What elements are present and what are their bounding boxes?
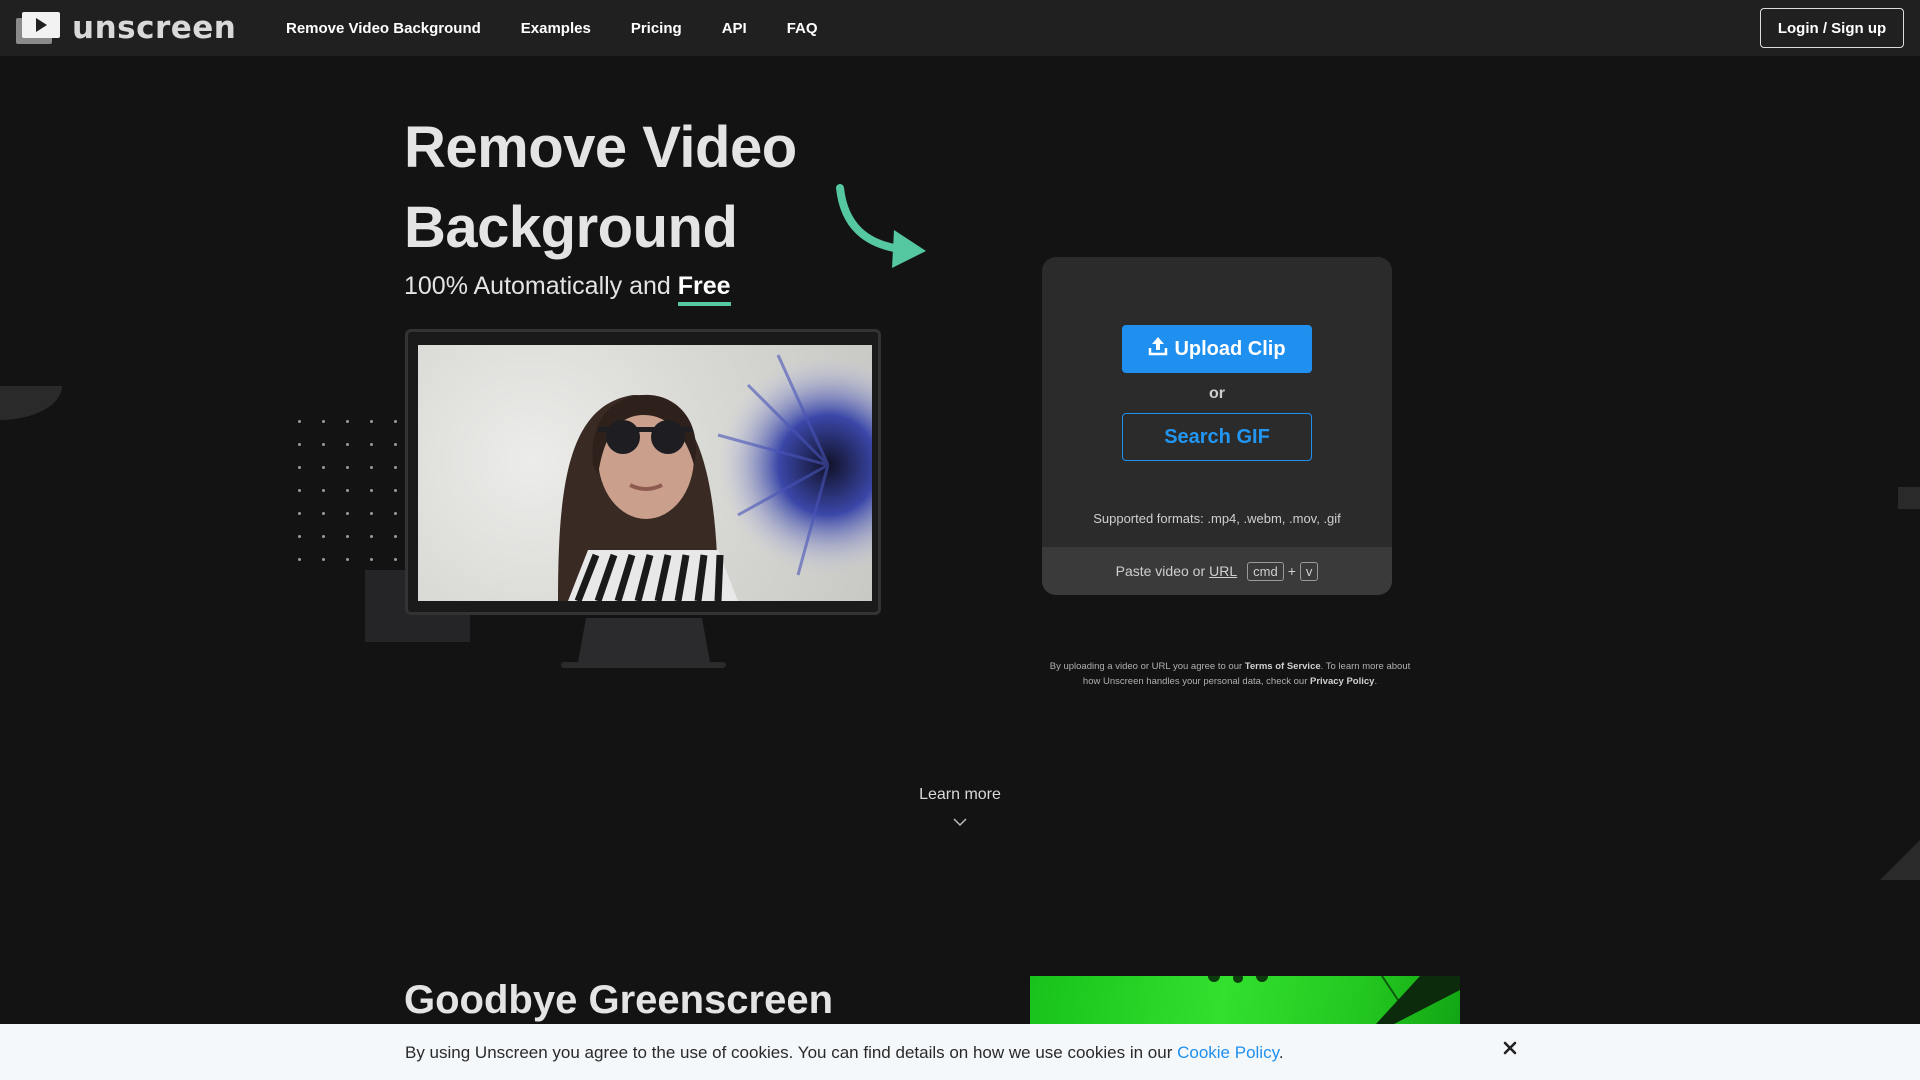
decor-dot (346, 535, 349, 538)
decor-dot (322, 489, 325, 492)
supported-formats: Supported formats: .mp4, .webm, .mov, .g… (1093, 511, 1341, 526)
decor-dot (346, 420, 349, 423)
close-icon[interactable] (1500, 1038, 1520, 1058)
cookie-text: By using Unscreen you agree to the use o… (405, 1043, 1284, 1063)
decor-square (1898, 487, 1920, 509)
page-title: Remove Video Background (404, 108, 797, 268)
monitor-base (561, 662, 726, 668)
subtitle-prefix: 100% Automatically and (404, 272, 678, 300)
decor-dot (394, 535, 397, 538)
nav-link-pricing[interactable]: Pricing (631, 20, 682, 37)
logo-text: unscreen (72, 10, 237, 46)
search-gif-button[interactable]: Search GIF (1122, 413, 1312, 461)
decor-dot (394, 512, 397, 515)
legal-notice: By uploading a video or URL you agree to… (1042, 659, 1418, 689)
legal-text-1: By uploading a video or URL you agree to… (1049, 661, 1245, 672)
cookie-banner: By using Unscreen you agree to the use o… (0, 1024, 1920, 1080)
decor-dot (322, 443, 325, 446)
logo[interactable]: unscreen (16, 12, 236, 44)
decor-dot (370, 443, 373, 446)
decor-dot (346, 512, 349, 515)
learn-more-link[interactable]: Learn more (880, 786, 1040, 804)
decor-dot (394, 443, 397, 446)
cookie-message: By using Unscreen you agree to the use o… (405, 1043, 1178, 1062)
decor-dot (370, 535, 373, 538)
cookie-policy-link[interactable]: Cookie Policy (1177, 1043, 1279, 1062)
decor-dot (298, 466, 301, 469)
decor-dot (322, 512, 325, 515)
top-nav: unscreen Remove Video Background Example… (0, 0, 1920, 56)
login-signup-button[interactable]: Login / Sign up (1760, 8, 1904, 48)
or-separator: or (1209, 385, 1225, 402)
arrow-curved-icon (836, 184, 928, 275)
nav-link-examples[interactable]: Examples (521, 20, 591, 37)
decor-dot (346, 443, 349, 446)
decor-dot (370, 512, 373, 515)
decor-dot (298, 420, 301, 423)
title-line-1: Remove Video (404, 115, 797, 180)
upload-clip-button[interactable]: Upload Clip (1122, 325, 1312, 373)
key-plus: + (1287, 563, 1296, 579)
subtitle-free: Free (677, 272, 731, 306)
decor-dot (322, 466, 325, 469)
monitor-stand (578, 618, 710, 662)
terms-of-service-link[interactable]: Terms of Service (1245, 661, 1321, 672)
decor-dot (298, 443, 301, 446)
section-title-greenscreen: Goodbye Greenscreen (404, 978, 834, 1022)
key-cmd: cmd (1247, 561, 1284, 581)
decor-dot (394, 420, 397, 423)
cookie-end: . (1278, 1043, 1284, 1062)
decor-half-circle (0, 386, 62, 420)
decor-dot-grid (298, 420, 398, 564)
greenscreen-image (1030, 976, 1460, 1024)
paste-prefix: Paste video or (1115, 563, 1206, 579)
title-line-2: Background (404, 195, 738, 260)
decor-dot (370, 489, 373, 492)
nav-link-remove-bg[interactable]: Remove Video Background (286, 20, 481, 37)
decor-triangle (1880, 840, 1920, 880)
decor-dot (298, 512, 301, 515)
decor-dot (370, 466, 373, 469)
hero-subtitle: 100% Automatically and Free (404, 272, 731, 306)
demo-video[interactable] (418, 345, 872, 601)
paste-bar: Paste video or URL cmd + v (1042, 547, 1392, 595)
logo-play-icon (16, 12, 60, 44)
upload-card: Upload Clip or Search GIF Supported form… (1042, 257, 1392, 595)
decor-dot (298, 535, 301, 538)
nav-link-faq[interactable]: FAQ (787, 20, 818, 37)
chevron-down-icon[interactable] (953, 814, 967, 832)
upload-clip-label: Upload Clip (1174, 337, 1286, 360)
key-v: v (1299, 561, 1319, 581)
decor-dot (394, 466, 397, 469)
decor-dot (394, 558, 397, 561)
decor-dot (394, 489, 397, 492)
decor-dot (346, 489, 349, 492)
decor-dot (322, 535, 325, 538)
legal-text-3: . (1374, 676, 1378, 687)
upload-icon (1148, 336, 1174, 362)
nav-links: Remove Video Background Examples Pricing… (286, 0, 858, 56)
decor-dot (346, 466, 349, 469)
decor-dot (298, 489, 301, 492)
demo-monitor (405, 329, 881, 615)
decor-dot (346, 558, 349, 561)
paste-url-link[interactable]: URL (1209, 563, 1237, 579)
privacy-policy-link[interactable]: Privacy Policy (1310, 676, 1374, 687)
decor-dot (298, 558, 301, 561)
decor-dot (370, 558, 373, 561)
decor-dot (370, 420, 373, 423)
decor-dot (322, 558, 325, 561)
decor-dot (322, 420, 325, 423)
nav-link-api[interactable]: API (722, 20, 747, 37)
